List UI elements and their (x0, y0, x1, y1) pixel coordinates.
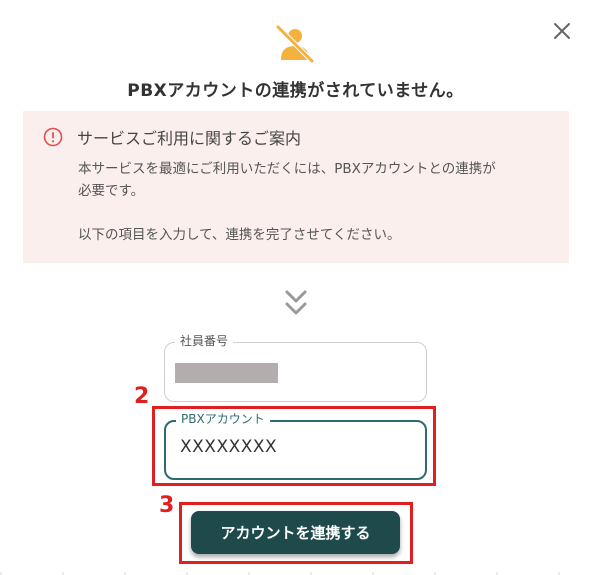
double-chevron-down-icon (285, 290, 307, 315)
notice-instruction: 以下の項目を入力して、連携を完了させてください。 (78, 227, 401, 243)
notice-body: 本サービスを最適にご利用いただくには、PBXアカウントとの連携が 必要です。 以… (78, 158, 549, 246)
notice-header: サービスご利用に関するご案内 (43, 125, 549, 149)
employee-id-label: 社員番号 (175, 333, 234, 349)
notice-line-2: 必要です。 (78, 183, 145, 199)
employee-id-value-redacted (175, 363, 278, 383)
person-off-icon (275, 24, 315, 64)
notice-text: 本サービスを最適にご利用いただくには、PBXアカウントとの連携が 必要です。 (78, 158, 549, 202)
step-2-number: 2 (134, 384, 150, 409)
alert-circle-icon (43, 127, 63, 147)
page-title: PBXアカウントの連携がされていません。 (127, 81, 464, 101)
notice-line-1: 本サービスを最適にご利用いただくには、PBXアカウントとの連携が (78, 161, 496, 177)
employee-id-field[interactable]: 社員番号 (164, 333, 427, 402)
close-icon[interactable] (551, 20, 573, 42)
notice-title: サービスご利用に関するご案内 (77, 129, 302, 148)
step-3-highlight (179, 502, 413, 564)
info-notice: サービスご利用に関するご案内 本サービスを最適にご利用いただくには、PBXアカウ… (23, 111, 569, 263)
step-3-number: 3 (159, 493, 175, 518)
step-2-highlight (152, 406, 436, 486)
